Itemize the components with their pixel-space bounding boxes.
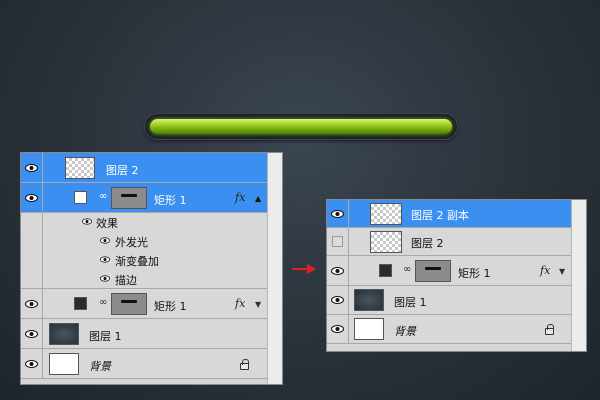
eye-icon (25, 299, 38, 308)
visibility-toggle[interactable] (21, 289, 43, 318)
visibility-toggle[interactable] (327, 286, 349, 314)
layer-name[interactable]: 图层 1 (89, 328, 122, 344)
expand-effects-icon[interactable]: ▼ (559, 267, 565, 276)
effect-row-outer-glow[interactable]: 外发光 (21, 232, 267, 251)
layer-name[interactable]: 背景 (394, 323, 416, 339)
eye-icon (331, 266, 344, 275)
visibility-toggle[interactable] (327, 228, 349, 255)
eye-icon[interactable] (100, 256, 110, 263)
eye-icon[interactable] (82, 218, 92, 225)
layer-name[interactable]: 矩形 1 (154, 192, 187, 208)
eye-icon[interactable] (100, 237, 110, 244)
scrollbar[interactable] (571, 200, 586, 351)
layer-name[interactable]: 矩形 1 (458, 265, 491, 281)
layer-thumbnail[interactable] (65, 157, 95, 179)
visibility-toggle[interactable] (327, 315, 349, 343)
eye-icon (331, 296, 344, 304)
layer-thumbnail[interactable] (370, 203, 402, 225)
visibility-column (21, 232, 43, 251)
visibility-column (21, 213, 43, 232)
hidden-visibility-box (332, 236, 343, 247)
layers-panel-before: 图层 2 ∞ 矩形 1 fx ▲ 效果 外发光 渐变叠加 描边 ∞ 矩形 1 f… (20, 152, 283, 385)
visibility-toggle[interactable] (21, 319, 43, 348)
layer-row-layer-2[interactable]: 图层 2 (327, 228, 571, 256)
layer-row-layer-1[interactable]: 图层 1 (21, 319, 267, 349)
shape-line-icon (121, 299, 137, 303)
layer-row-background[interactable]: 背景 (327, 315, 571, 344)
layer-name[interactable]: 图层 2 (411, 235, 444, 251)
layer-thumbnail[interactable] (354, 289, 384, 311)
visibility-toggle[interactable] (21, 349, 43, 378)
arrow-right-icon (292, 264, 316, 274)
layer-name[interactable]: 图层 1 (394, 294, 427, 310)
layer-name[interactable]: 矩形 1 (154, 298, 187, 314)
fill-swatch[interactable] (74, 297, 87, 310)
effect-row-stroke[interactable]: 描边 (21, 270, 267, 289)
fill-swatch[interactable] (74, 191, 87, 204)
expand-effects-icon[interactable]: ▼ (255, 300, 261, 309)
fill-swatch[interactable] (379, 264, 392, 277)
link-icon[interactable]: ∞ (403, 264, 411, 275)
lock-icon (240, 359, 249, 370)
layers-panel-after: 图层 2 副本 图层 2 ∞ 矩形 1 fx ▼ 图层 1 背景 (326, 199, 587, 352)
vector-mask-thumbnail[interactable] (111, 293, 147, 315)
layer-row-layer-1[interactable]: 图层 1 (327, 286, 571, 315)
effect-name: 渐变叠加 (115, 255, 159, 268)
green-glow-bar (150, 119, 452, 134)
eye-icon (25, 359, 38, 368)
effect-row-gradient-overlay[interactable]: 渐变叠加 (21, 251, 267, 270)
shape-line-icon (121, 193, 137, 197)
visibility-toggle[interactable] (327, 256, 349, 285)
layer-name[interactable]: 图层 2 (106, 162, 139, 178)
eye-icon (331, 325, 344, 333)
layer-row-layer-2[interactable]: 图层 2 (21, 153, 267, 183)
layer-row-background[interactable]: 背景 (21, 349, 267, 379)
visibility-column (21, 251, 43, 270)
layer-thumbnail[interactable] (354, 318, 384, 340)
effects-label: 效果 (96, 217, 118, 230)
eye-icon[interactable] (100, 275, 110, 282)
layer-thumbnail[interactable] (49, 323, 79, 345)
layer-row-layer-2-copy[interactable]: 图层 2 副本 (327, 200, 571, 228)
visibility-toggle[interactable] (21, 183, 43, 212)
eye-icon (25, 163, 38, 172)
link-icon[interactable]: ∞ (99, 297, 107, 308)
fx-icon[interactable]: fx (540, 264, 550, 277)
layer-thumbnail[interactable] (370, 231, 402, 253)
vector-mask-thumbnail[interactable] (111, 187, 147, 209)
layer-thumbnail[interactable] (49, 353, 79, 375)
green-bar-frame (145, 114, 457, 139)
eye-icon (25, 193, 38, 202)
effect-name: 外发光 (115, 236, 148, 249)
layer-row-rectangle-1-copy[interactable]: ∞ 矩形 1 fx ▼ (21, 289, 267, 319)
lock-icon (545, 324, 554, 335)
vector-mask-thumbnail[interactable] (415, 260, 451, 282)
scrollbar[interactable] (267, 153, 282, 384)
fx-icon[interactable]: fx (235, 191, 245, 204)
link-icon[interactable]: ∞ (99, 191, 107, 202)
collapse-effects-icon[interactable]: ▲ (255, 194, 261, 203)
layer-row-rectangle-1[interactable]: ∞ 矩形 1 fx ▼ (327, 256, 571, 286)
shape-line-icon (425, 266, 441, 270)
layer-row-rectangle-1[interactable]: ∞ 矩形 1 fx ▲ (21, 183, 267, 213)
fx-icon[interactable]: fx (235, 297, 245, 310)
effects-row[interactable]: 效果 (21, 213, 267, 232)
eye-icon (25, 329, 38, 338)
eye-icon (331, 209, 344, 218)
layer-name[interactable]: 背景 (89, 358, 111, 374)
visibility-toggle[interactable] (21, 153, 43, 182)
visibility-toggle[interactable] (327, 200, 349, 227)
effect-name: 描边 (115, 274, 137, 287)
layer-name[interactable]: 图层 2 副本 (411, 207, 469, 223)
visibility-column (21, 270, 43, 288)
